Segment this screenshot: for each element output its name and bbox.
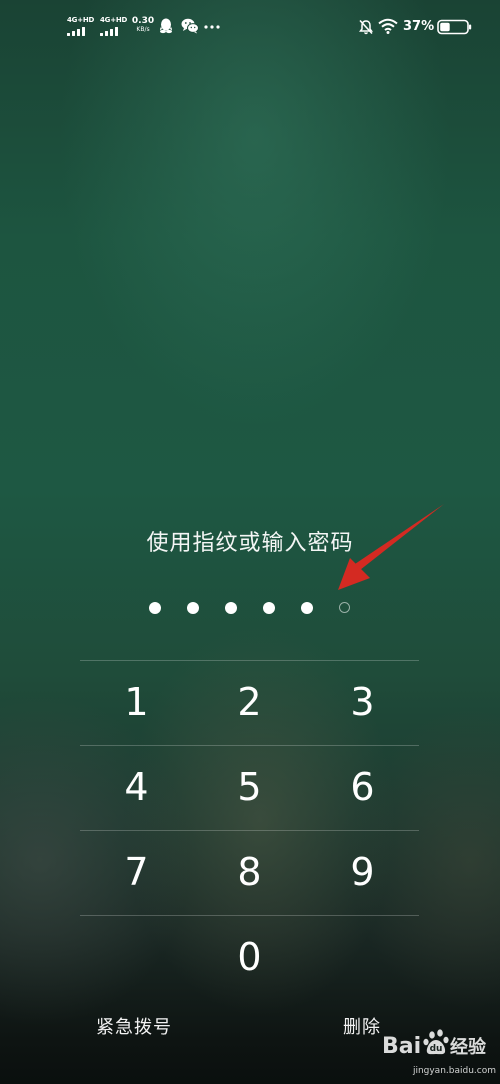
delete-button[interactable]: 删除 xyxy=(343,1013,381,1043)
keypad-key-7[interactable]: 7 xyxy=(80,830,193,915)
network-speed: 0.30 KB/s xyxy=(131,17,155,33)
keypad-key-6[interactable]: 6 xyxy=(306,745,419,830)
pin-dot-filled xyxy=(149,602,161,614)
lock-screen: 4G+HD 4G+HD 0.30 KB/s 37% 使用指纹或输入密码 1 2 … xyxy=(0,0,500,1084)
baidu-jingyan-watermark: Bai du 经验 jingyan.baidu.com xyxy=(380,1026,496,1082)
keypad-key-9[interactable]: 9 xyxy=(306,830,419,915)
keypad-key-4[interactable]: 4 xyxy=(80,745,193,830)
pin-dot-filled xyxy=(187,602,199,614)
status-bar: 4G+HD 4G+HD 0.30 KB/s 37% xyxy=(0,0,500,56)
battery-percentage: 37% xyxy=(403,19,435,34)
mute-bell-icon xyxy=(359,19,373,35)
keypad-key-1[interactable]: 1 xyxy=(80,660,193,745)
network-speed-unit: KB/s xyxy=(136,26,150,33)
pin-dot-empty xyxy=(339,602,350,613)
keypad-key-0[interactable]: 0 xyxy=(193,915,306,1000)
wechat-icon xyxy=(181,18,199,34)
keypad-key-3[interactable]: 3 xyxy=(306,660,419,745)
keypad-key-2[interactable]: 2 xyxy=(193,660,306,745)
numeric-keypad: 1 2 3 4 5 6 7 8 9 0 xyxy=(80,660,419,1000)
sim2-signal-icon: 4G+HD xyxy=(100,16,128,36)
battery-icon xyxy=(437,19,472,35)
emergency-call-button[interactable]: 紧急拨号 xyxy=(96,1013,172,1043)
baidu-logo-icon: Bai du 经验 xyxy=(382,1029,487,1059)
pin-dot-filled xyxy=(225,602,237,614)
svg-text:经验: 经验 xyxy=(450,1036,487,1058)
network-speed-value: 0.30 xyxy=(131,16,155,26)
pin-dot-filled xyxy=(263,602,275,614)
sim1-signal-icon: 4G+HD xyxy=(67,16,95,36)
wifi-icon xyxy=(378,18,398,34)
annotation-arrow-icon xyxy=(338,504,444,590)
keypad-key-5[interactable]: 5 xyxy=(193,745,306,830)
sim1-network-label: 4G+HD xyxy=(67,16,95,24)
svg-text:Bai: Bai xyxy=(382,1034,421,1059)
more-icon xyxy=(204,25,220,29)
qq-icon xyxy=(160,18,172,34)
keypad-key-8[interactable]: 8 xyxy=(193,830,306,915)
pin-dot-filled xyxy=(301,602,313,614)
watermark-domain: jingyan.baidu.com xyxy=(412,1066,496,1076)
sim2-network-label: 4G+HD xyxy=(100,16,128,24)
svg-text:du: du xyxy=(430,1044,443,1054)
pin-indicator xyxy=(0,598,500,618)
